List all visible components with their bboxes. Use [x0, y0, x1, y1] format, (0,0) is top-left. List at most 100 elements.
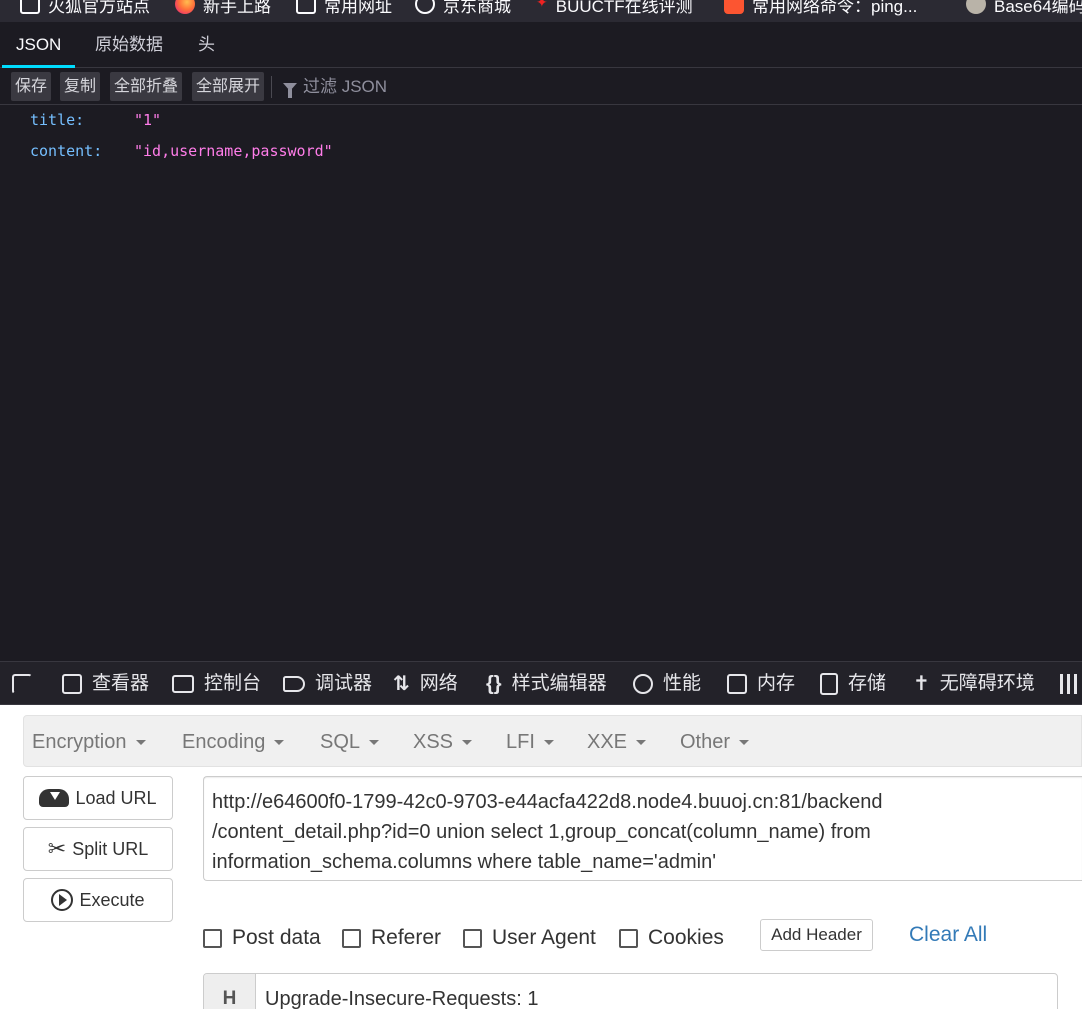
avatar-icon: [966, 0, 986, 14]
bookmark-item[interactable]: ✦ BUUCTF在线评测: [536, 0, 693, 17]
execute-button[interactable]: Execute: [23, 878, 173, 922]
tab-label: 存储: [848, 673, 887, 694]
tab-label: 无障碍环境: [939, 673, 1035, 694]
more-tools-button[interactable]: [1060, 662, 1082, 706]
tab-network[interactable]: ⇅ 网络: [393, 662, 458, 706]
json-viewer-tabs: JSON 原始数据 头: [0, 22, 1082, 68]
tab-json[interactable]: JSON: [1, 22, 76, 68]
menu-xss[interactable]: XSS: [413, 716, 473, 768]
menu-sql[interactable]: SQL: [320, 716, 380, 768]
url-line: information_schema.columns where table_n…: [212, 851, 717, 873]
grid-icon: [1060, 674, 1080, 694]
bookmark-label: 常用网络命令：ping...: [752, 0, 918, 16]
tab-label: 性能: [663, 673, 702, 694]
tab-label: 查看器: [92, 673, 150, 694]
tab-raw-data[interactable]: 原始数据: [95, 22, 163, 68]
json-body: title: "1" content: "id,username,password": [0, 106, 1082, 661]
element-picker-icon: [12, 674, 32, 694]
tab-style-editor[interactable]: {} 样式编辑器: [486, 662, 607, 706]
referer-checkbox[interactable]: Referer: [342, 926, 441, 950]
gauge-icon: [633, 674, 653, 694]
menu-label: Encryption: [32, 731, 127, 753]
tab-storage[interactable]: 存储: [820, 662, 886, 706]
url-textarea[interactable]: http://e64600f0-1799-42c0-9703-e44acfa42…: [203, 776, 1082, 881]
cloud-download-icon: [39, 789, 70, 807]
bookmark-item[interactable]: 新手上路: [175, 0, 271, 17]
filter-icon: [283, 82, 297, 98]
filter-json-input[interactable]: 过滤 JSON: [283, 72, 387, 101]
element-picker-button[interactable]: [12, 662, 42, 706]
json-toolbar: 保存 复制 全部折叠 全部展开 过滤 JSON: [0, 69, 1082, 105]
tab-debugger[interactable]: 调试器: [283, 662, 372, 706]
header-row[interactable]: H Upgrade-Insecure-Requests: 1: [203, 973, 1058, 1009]
checkbox-box[interactable]: [203, 928, 222, 948]
csdn-icon: [724, 0, 744, 14]
bookmark-item[interactable]: 常用网址: [296, 0, 392, 17]
bookmark-label: 常用网址: [324, 0, 392, 16]
tab-memory[interactable]: 内存: [727, 662, 795, 706]
firefox-icon: [175, 0, 195, 14]
tab-label: 控制台: [204, 673, 262, 694]
filter-placeholder: 过滤 JSON: [303, 77, 388, 96]
json-key: content:: [30, 142, 103, 160]
tab-label: 网络: [419, 673, 458, 694]
json-value: "id,username,password": [134, 142, 333, 160]
cookies-checkbox[interactable]: Cookies: [619, 926, 724, 950]
braces-icon: {}: [486, 673, 502, 695]
collapse-all-button[interactable]: 全部折叠: [110, 72, 183, 101]
caret-down-icon: [543, 740, 554, 746]
button-label: Split URL: [72, 838, 149, 859]
checkbox-box[interactable]: [619, 928, 638, 948]
bookmark-item[interactable]: 京东商城: [415, 0, 511, 17]
url-line: http://e64600f0-1799-42c0-9703-e44acfa42…: [212, 791, 883, 813]
memory-icon: [727, 674, 747, 694]
post-data-checkbox[interactable]: Post data: [203, 926, 321, 950]
bookmark-item[interactable]: 常用网络命令：ping...: [724, 0, 917, 17]
button-label: Load URL: [75, 787, 157, 808]
menu-encoding[interactable]: Encoding: [182, 716, 285, 768]
buuctf-icon: ✦: [536, 0, 548, 10]
folder-icon: [20, 0, 40, 14]
bookmark-item[interactable]: Base64编码: [966, 0, 1082, 17]
caret-down-icon: [369, 740, 380, 746]
network-icon: ⇅: [393, 673, 410, 695]
menu-xxe[interactable]: XXE: [587, 716, 647, 768]
clear-all-link[interactable]: Clear All: [909, 923, 987, 947]
checkbox-label: User Agent: [492, 926, 596, 949]
toolbar-divider: [271, 76, 272, 98]
split-url-button[interactable]: ✂ Split URL: [23, 827, 173, 871]
header-value[interactable]: Upgrade-Insecure-Requests: 1: [265, 988, 538, 1009]
hackbar-menu: Encryption Encoding SQL XSS LFI XXE Othe…: [23, 715, 1082, 767]
load-url-button[interactable]: Load URL: [23, 776, 173, 820]
menu-other[interactable]: Other: [680, 716, 750, 768]
tab-inspector[interactable]: 查看器: [62, 662, 149, 706]
folder-icon: [296, 0, 316, 14]
tab-accessibility[interactable]: ✝ 无障碍环境: [913, 662, 1035, 706]
save-button[interactable]: 保存: [11, 72, 52, 101]
tab-headers[interactable]: 头: [198, 22, 215, 68]
expand-all-button[interactable]: 全部展开: [192, 72, 265, 101]
add-header-button[interactable]: Add Header: [760, 919, 873, 951]
checkbox-box[interactable]: [342, 928, 361, 948]
play-icon: [51, 889, 74, 911]
menu-encryption[interactable]: Encryption: [32, 716, 146, 768]
tab-performance[interactable]: 性能: [633, 662, 701, 706]
copy-button[interactable]: 复制: [60, 72, 101, 101]
tab-console[interactable]: 控制台: [172, 662, 261, 706]
menu-label: XXE: [587, 731, 628, 753]
tab-label: 调试器: [315, 673, 373, 694]
json-row[interactable]: content: "id,username,password": [30, 140, 333, 162]
json-row[interactable]: title: "1": [30, 109, 161, 131]
tab-label: 内存: [757, 673, 796, 694]
menu-label: SQL: [320, 731, 361, 753]
user-agent-checkbox[interactable]: User Agent: [463, 926, 596, 950]
bookmarks-bar: 火狐官方站点 新手上路 常用网址 京东商城 ✦ BUUCTF在线评测 常用网络命…: [0, 0, 1082, 22]
bookmark-item[interactable]: 火狐官方站点: [20, 0, 150, 17]
globe-icon: [415, 0, 435, 14]
bookmark-label: 新手上路: [203, 0, 271, 16]
bookmark-label: 京东商城: [443, 0, 511, 16]
menu-lfi[interactable]: LFI: [506, 716, 554, 768]
checkbox-label: Cookies: [648, 926, 724, 949]
checkbox-box[interactable]: [463, 928, 482, 948]
hackbar-panel: Encryption Encoding SQL XSS LFI XXE Othe…: [0, 705, 1082, 1009]
